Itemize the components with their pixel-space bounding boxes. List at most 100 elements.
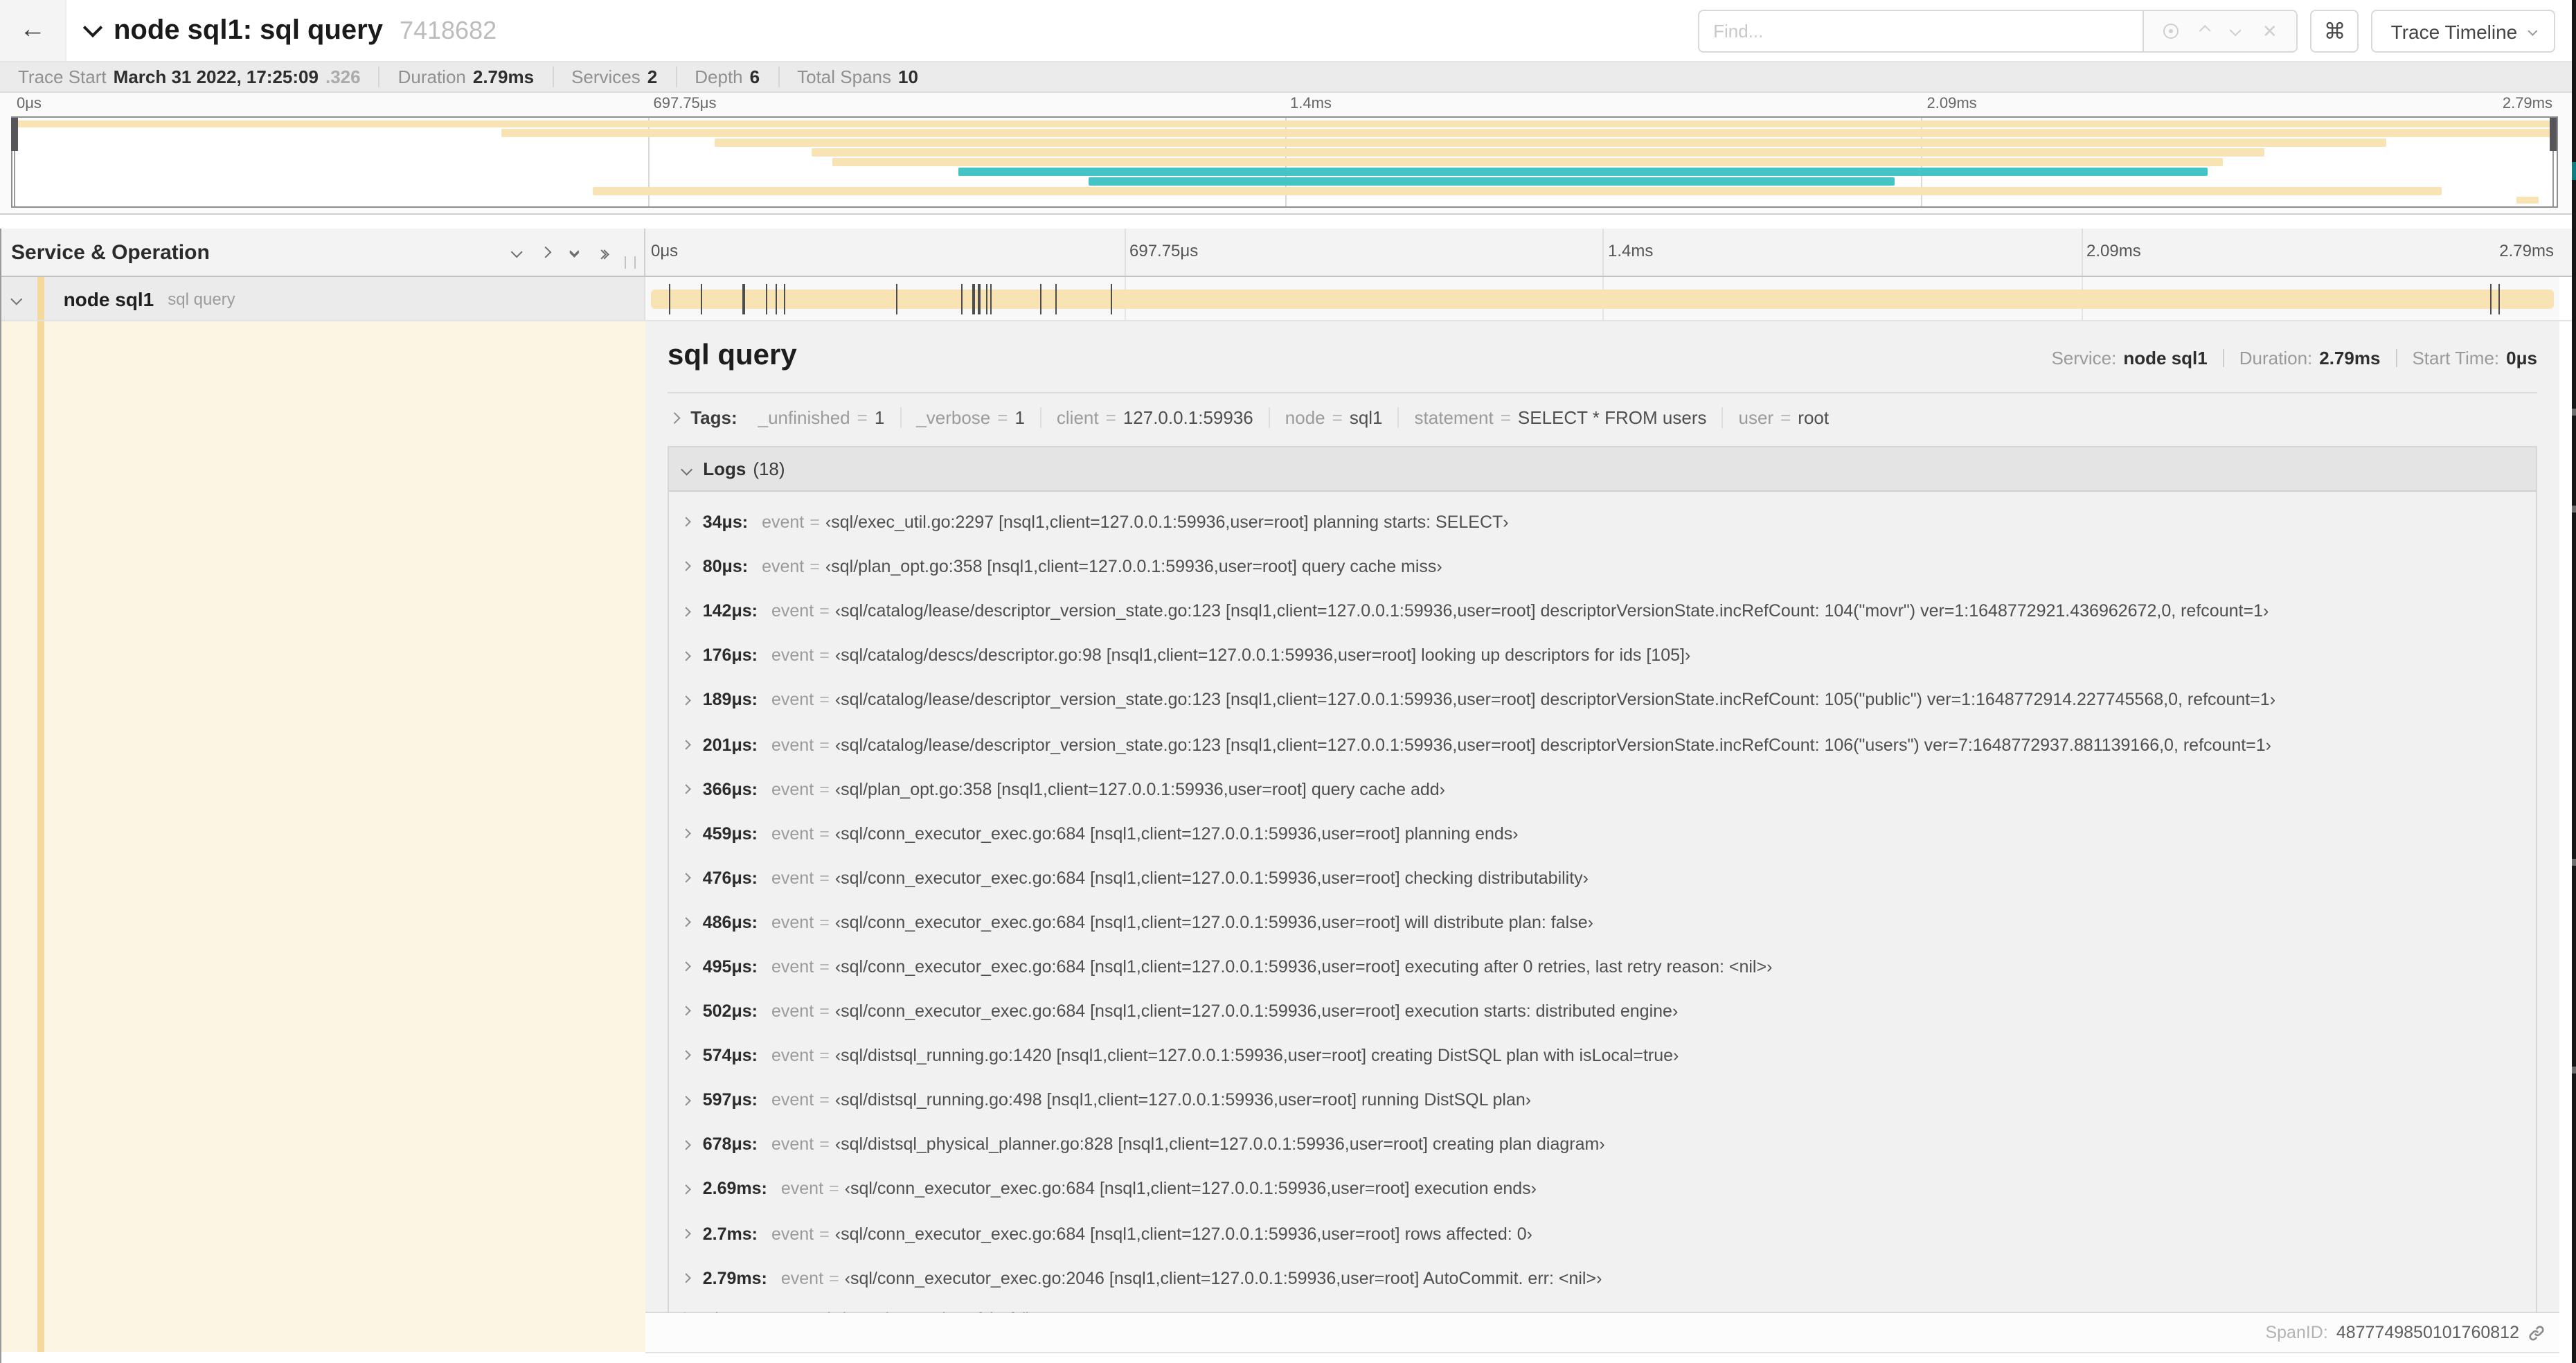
detail-meta-item: Service: node sql1 — [2051, 348, 2207, 368]
minimap-span-bar — [12, 120, 2557, 128]
log-timestamp: 2.7ms: — [702, 1224, 758, 1244]
trace-view-selector[interactable]: Trace Timeline — [2371, 10, 2555, 53]
back-button[interactable]: ← — [0, 0, 66, 61]
summary-item: Services 2 — [553, 66, 677, 87]
find-toolbar: ✕ — [2144, 10, 2298, 53]
minimap-right-scrubber[interactable] — [2550, 118, 2557, 206]
equals-sign: = — [819, 735, 830, 755]
span-detail-panel: sql query Service: node sql1 Duration: 2.79… — [645, 321, 2559, 1339]
chevron-right-icon — [681, 961, 692, 972]
expand-one-icon[interactable] — [539, 246, 552, 258]
keyboard-shortcuts-button[interactable]: ⌘ — [2310, 10, 2359, 53]
log-field-value: ‹sql/conn_executor_exec.go:684 [nsql1,cl… — [834, 912, 1593, 932]
log-row[interactable]: 574μs: event = ‹sql/distsql_running.go:1420… — [669, 1033, 2536, 1078]
trace-detail-area: sql query Service: node sql1 Duration: 2.79… — [0, 321, 2576, 1363]
log-row[interactable]: 142μs: event = ‹sql/catalog/lease/descripto… — [669, 589, 2536, 633]
collapse-all-icon[interactable] — [569, 247, 580, 258]
next-result-icon[interactable] — [2229, 25, 2242, 37]
log-marker-tick[interactable] — [978, 284, 981, 314]
match-highlight-icon[interactable] — [2163, 24, 2179, 39]
log-row[interactable]: 486μs: event = ‹sql/conn_executor_exec.go:6… — [669, 900, 2536, 945]
log-marker-tick[interactable] — [896, 284, 898, 314]
log-row[interactable]: 678μs: event = ‹sql/distsql_physical_planne… — [669, 1123, 2536, 1167]
equals-sign: = — [1500, 407, 1511, 428]
log-row[interactable]: 597μs: event = ‹sql/distsql_running.go:498 … — [669, 1078, 2536, 1122]
log-timestamp: 2.79ms: — [702, 1268, 767, 1288]
log-marker-tick[interactable] — [701, 284, 703, 314]
log-timestamp: 459μs: — [702, 823, 758, 844]
log-marker-tick[interactable] — [985, 284, 988, 314]
gridline — [1602, 229, 1604, 276]
log-row[interactable]: 176μs: event = ‹sql/catalog/descs/descripto… — [669, 634, 2536, 678]
clear-search-icon[interactable]: ✕ — [2262, 20, 2278, 42]
log-marker-tick[interactable] — [961, 284, 963, 314]
span-row[interactable]: node sql1 sql query — [0, 277, 2576, 321]
service-operation-label: Service & Operation — [11, 240, 210, 264]
chevron-right-icon — [681, 650, 692, 661]
log-field-key: event — [780, 1179, 824, 1199]
log-row[interactable]: 2.7ms: event = ‹sql/conn_executor_exec.go:6… — [669, 1211, 2536, 1256]
log-marker-tick[interactable] — [972, 284, 974, 314]
log-row[interactable]: 502μs: event = ‹sql/conn_executor_exec.go:6… — [669, 989, 2536, 1033]
log-marker-tick[interactable] — [742, 284, 745, 314]
log-marker-tick[interactable] — [775, 284, 778, 314]
ruler-tick-label: 0μs — [17, 96, 42, 112]
detail-meta-value: 2.79ms — [2319, 348, 2381, 368]
log-row[interactable]: 2.69ms: event = ‹sql/conn_executor_exec.go:… — [669, 1167, 2536, 1211]
equals-sign: = — [829, 1179, 839, 1199]
minimap-row — [12, 177, 2557, 186]
log-row[interactable]: 201μs: event = ‹sql/catalog/lease/descripto… — [669, 722, 2536, 767]
log-marker-tick[interactable] — [1039, 284, 1041, 314]
chevron-down-icon — [681, 463, 692, 474]
log-marker-tick[interactable] — [990, 284, 992, 314]
expand-all-icon[interactable] — [597, 240, 610, 265]
tags-row[interactable]: Tags: _unfinished = 1 _verbose = 1 client = 127.… — [668, 396, 2537, 439]
equals-sign: = — [819, 912, 830, 932]
log-row[interactable]: 2.79ms: event = ‹sql/conn_executor_exec.go:… — [669, 1256, 2536, 1300]
minimap-left-scrubber[interactable] — [11, 118, 18, 206]
divider — [2222, 349, 2224, 367]
log-row[interactable]: 34μs: event = ‹sql/exec_util.go:2297 [nsql1… — [669, 500, 2536, 544]
span-detail-footer: SpanID: 4877749850101760812 — [645, 1313, 2559, 1353]
log-field-value: ‹sql/distsql_physical_planner.go:828 [ns… — [834, 1134, 1605, 1155]
logs-list: 34μs: event = ‹sql/exec_util.go:2297 [nsql1… — [669, 492, 2536, 1300]
log-row[interactable]: 476μs: event = ‹sql/conn_executor_exec.go:6… — [669, 856, 2536, 900]
collapse-span-chevron-icon[interactable] — [10, 292, 22, 305]
span-row-timeline-cell[interactable] — [645, 277, 2559, 320]
log-marker-tick[interactable] — [2490, 284, 2492, 314]
summary-item-value: 2.79ms — [472, 66, 535, 87]
adjacent-window-edge — [2572, 0, 2576, 1363]
log-field-key: event — [780, 1268, 824, 1288]
summary-item: Duration 2.79ms — [380, 66, 554, 87]
collapse-one-icon[interactable] — [510, 246, 522, 258]
log-row[interactable]: 366μs: event = ‹sql/plan_opt.go:358 [nsql1,… — [669, 767, 2536, 811]
log-marker-tick[interactable] — [1055, 284, 1057, 314]
log-marker-tick[interactable] — [766, 284, 768, 314]
log-row[interactable]: 189μs: event = ‹sql/catalog/lease/descripto… — [669, 678, 2536, 722]
log-marker-tick[interactable] — [1110, 284, 1112, 314]
log-marker-tick[interactable] — [783, 284, 785, 314]
log-marker-tick[interactable] — [668, 284, 670, 314]
log-row[interactable]: 459μs: event = ‹sql/conn_executor_exec.go:6… — [669, 811, 2536, 855]
tag-value: sql1 — [1349, 407, 1383, 428]
log-field-key: event — [771, 1134, 814, 1155]
collapse-controls — [510, 240, 610, 265]
find-input[interactable] — [1698, 10, 2145, 53]
log-marker-tick[interactable] — [2498, 284, 2500, 314]
log-row[interactable]: 495μs: event = ‹sql/conn_executor_exec.go:6… — [669, 945, 2536, 989]
timeline-header-row: Service & Operation 0μs 697.75μs 1.4ms 2.09… — [0, 229, 2576, 277]
chevron-right-icon — [681, 605, 692, 617]
log-field-key: event — [771, 735, 814, 755]
log-row[interactable]: 80μs: event = ‹sql/plan_opt.go:358 [nsql1,c… — [669, 544, 2536, 589]
collapse-trace-chevron-icon[interactable] — [82, 17, 103, 38]
column-resize-grip[interactable] — [625, 256, 636, 269]
summary-item-label: Total Spans — [797, 66, 891, 87]
prev-result-icon[interactable] — [2199, 25, 2212, 37]
logs-header[interactable]: Logs (18) — [669, 447, 2536, 492]
summary-item-value: 10 — [898, 66, 918, 87]
span-row-name-cell[interactable]: node sql1 sql query — [0, 277, 645, 320]
span-duration-bar[interactable] — [651, 289, 2554, 309]
log-field-value: ‹sql/conn_executor_exec.go:684 [nsql1,cl… — [834, 1001, 1679, 1022]
minimap-canvas[interactable] — [11, 116, 2558, 208]
deep-link-icon[interactable] — [2528, 1324, 2546, 1342]
